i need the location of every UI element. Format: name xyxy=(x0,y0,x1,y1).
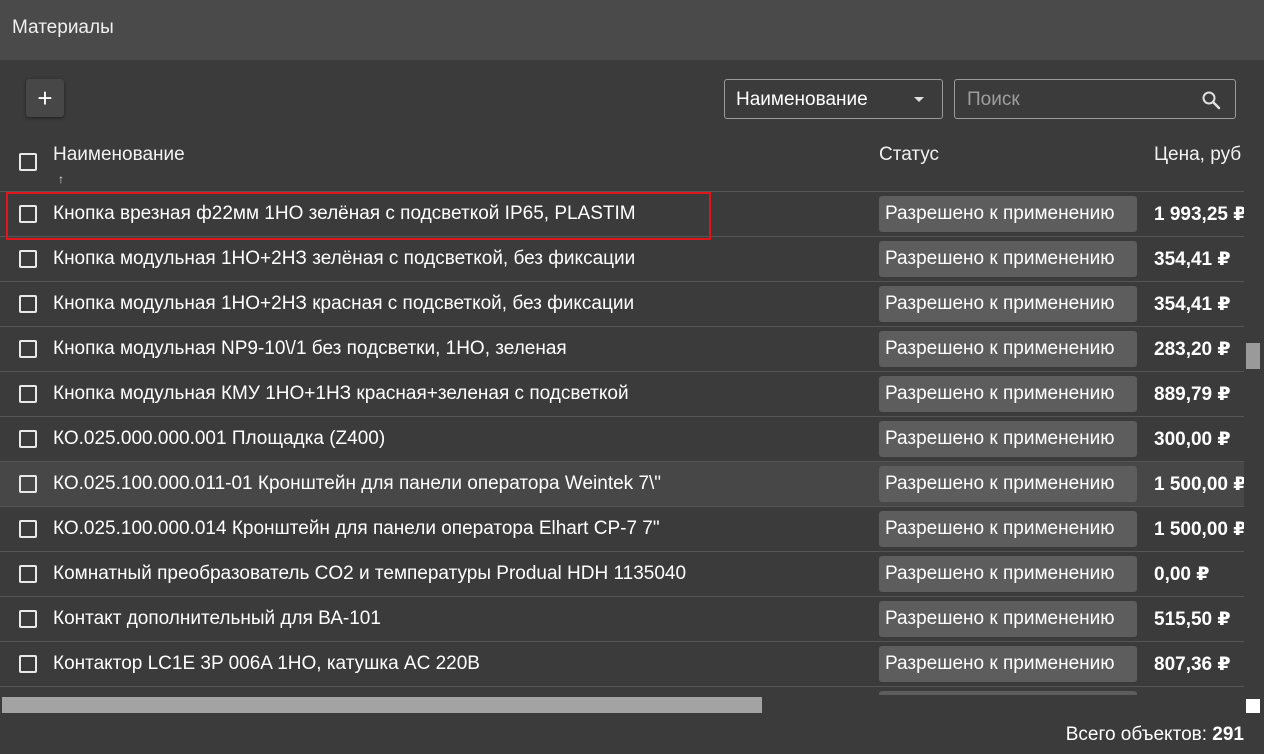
add-button[interactable]: + xyxy=(26,79,64,117)
table-row[interactable]: КО.025.000.000.001 Площадка (Z400) Разре… xyxy=(0,417,1244,462)
row-checkbox[interactable] xyxy=(19,295,37,313)
row-checkbox[interactable] xyxy=(19,430,37,448)
row-name: Кнопка модульная 1НО+2НЗ красная с подсв… xyxy=(53,293,635,314)
row-price: 807,36 ₽ xyxy=(1154,654,1231,675)
materials-table: Наименование ↑ Статус Цена, руб Кнопка в… xyxy=(0,130,1244,695)
row-checkbox[interactable] xyxy=(19,565,37,583)
search-field-select[interactable]: Наименование xyxy=(724,79,943,119)
row-name: Контактор LC1E 3P 006A 1НО, катушка AC 2… xyxy=(53,653,480,674)
total-count: 291 xyxy=(1212,724,1244,745)
search-box xyxy=(954,79,1236,119)
table-row[interactable]: Кнопка модульная 1НО+2НЗ зелёная с подсв… xyxy=(0,237,1244,282)
row-checkbox[interactable] xyxy=(19,655,37,673)
row-price: 1 500,00 ₽ xyxy=(1154,474,1244,495)
column-header-name[interactable]: Наименование xyxy=(53,144,185,166)
table-row-partial[interactable] xyxy=(0,687,1244,695)
status-badge: Разрешено к применению xyxy=(879,466,1137,502)
window-titlebar: Материалы xyxy=(0,0,1264,60)
row-name: Комнатный преобразователь CO2 и температ… xyxy=(53,563,687,584)
row-price: 283,20 ₽ xyxy=(1154,339,1231,360)
row-name: Кнопка врезная ф22мм 1НО зелёная с подсв… xyxy=(53,203,636,224)
table-row[interactable]: Кнопка модульная КМУ 1НО+1НЗ красная+зел… xyxy=(0,372,1244,417)
footer: Всего объектов: 291 xyxy=(0,715,1264,754)
scrollbar-corner-square xyxy=(1246,699,1260,713)
row-price: 354,41 ₽ xyxy=(1154,249,1231,270)
chevron-down-icon xyxy=(914,97,924,102)
row-checkbox[interactable] xyxy=(19,250,37,268)
row-name: Кнопка модульная КМУ 1НО+1НЗ красная+зел… xyxy=(53,383,629,404)
row-price: 354,41 ₽ xyxy=(1154,294,1231,315)
sort-ascending-icon: ↑ xyxy=(58,172,64,186)
table-row[interactable]: Комнатный преобразователь CO2 и температ… xyxy=(0,552,1244,597)
vertical-scrollbar-thumb[interactable] xyxy=(1246,343,1260,369)
status-badge: Разрешено к применению xyxy=(879,286,1137,322)
row-checkbox[interactable] xyxy=(19,475,37,493)
row-price: 0,00 ₽ xyxy=(1154,564,1210,585)
row-name: КО.025.000.000.001 Площадка (Z400) xyxy=(53,428,386,449)
status-badge: Разрешено к применению xyxy=(879,241,1137,277)
row-checkbox[interactable] xyxy=(19,520,37,538)
row-price: 889,79 ₽ xyxy=(1154,384,1231,405)
row-name: Контакт дополнительный для ВА-101 xyxy=(53,608,381,629)
row-checkbox[interactable] xyxy=(19,385,37,403)
status-badge: Разрешено к применению xyxy=(879,511,1137,547)
toolbar: + Наименование xyxy=(0,60,1264,130)
row-checkbox[interactable] xyxy=(19,610,37,628)
table-row[interactable]: КО.025.100.000.011-01 Кронштейн для пане… xyxy=(0,462,1244,507)
search-icon[interactable] xyxy=(1201,90,1221,115)
row-price: 1 500,00 ₽ xyxy=(1154,519,1244,540)
vertical-scrollbar[interactable] xyxy=(1244,130,1264,695)
table-row[interactable]: Кнопка модульная 1НО+2НЗ красная с подсв… xyxy=(0,282,1244,327)
row-price: 1 993,25 ₽ xyxy=(1154,204,1244,225)
select-all-checkbox[interactable] xyxy=(19,153,37,171)
scrollbar-corner xyxy=(1244,695,1264,715)
row-name: КО.025.100.000.011-01 Кронштейн для пане… xyxy=(53,473,662,494)
table-row[interactable]: КО.025.100.000.014 Кронштейн для панели … xyxy=(0,507,1244,552)
window-title: Материалы xyxy=(12,17,114,38)
total-label: Всего объектов: xyxy=(1065,724,1208,745)
status-badge: Разрешено к применению xyxy=(879,646,1137,682)
table-row[interactable]: Кнопка врезная ф22мм 1НО зелёная с подсв… xyxy=(0,192,1244,237)
column-header-price[interactable]: Цена, руб xyxy=(1154,144,1241,166)
status-badge: Разрешено к применению xyxy=(879,331,1137,367)
row-name: Кнопка модульная 1НО+2НЗ зелёная с подсв… xyxy=(53,248,636,269)
status-badge: Разрешено к применению xyxy=(879,196,1137,232)
row-checkbox[interactable] xyxy=(19,340,37,358)
table-header: Наименование ↑ Статус Цена, руб xyxy=(0,130,1244,192)
status-badge: Разрешено к применению xyxy=(879,421,1137,457)
search-input[interactable] xyxy=(965,86,1189,114)
row-price: 300,00 ₽ xyxy=(1154,429,1231,450)
row-name: КО.025.100.000.014 Кронштейн для панели … xyxy=(53,518,660,539)
horizontal-scrollbar-thumb[interactable] xyxy=(2,697,762,713)
table-row[interactable]: Контакт дополнительный для ВА-101 Разреш… xyxy=(0,597,1244,642)
table-row[interactable]: Кнопка модульная NP9-10\/1 без подсветки… xyxy=(0,327,1244,372)
table-row[interactable]: Контактор LC1E 3P 006A 1НО, катушка AC 2… xyxy=(0,642,1244,687)
status-badge: Разрешено к применению xyxy=(879,601,1137,637)
row-checkbox[interactable] xyxy=(19,205,37,223)
status-badge: Разрешено к применению xyxy=(879,376,1137,412)
search-field-select-value: Наименование xyxy=(736,89,868,110)
total-count-text: Всего объектов: 291 xyxy=(1066,724,1244,746)
row-name: Кнопка модульная NP9-10\/1 без подсветки… xyxy=(53,338,567,359)
status-badge: Разрешено к применению xyxy=(879,556,1137,592)
column-header-status[interactable]: Статус xyxy=(879,144,939,166)
horizontal-scrollbar[interactable] xyxy=(0,695,1244,715)
row-price: 515,50 ₽ xyxy=(1154,609,1231,630)
